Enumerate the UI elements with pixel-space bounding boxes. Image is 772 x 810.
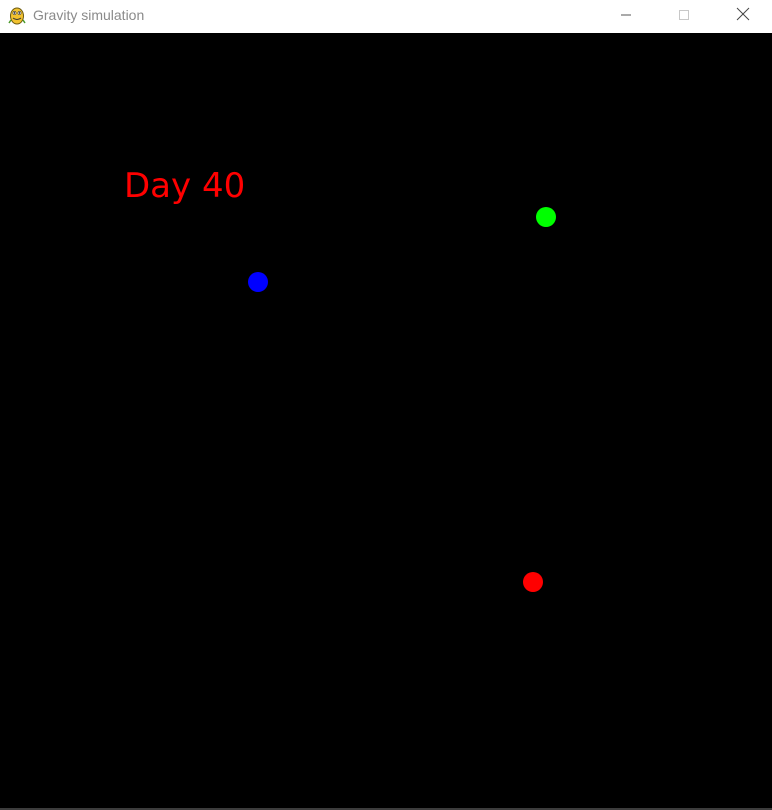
title-bar[interactable]: Gravity simulation <box>0 0 772 33</box>
maximize-button[interactable] <box>655 0 713 30</box>
window-title: Gravity simulation <box>33 7 145 23</box>
simulation-canvas[interactable]: Day 40 <box>0 33 772 808</box>
minimize-icon <box>620 6 632 25</box>
minimize-button[interactable] <box>597 0 655 30</box>
day-counter-label: Day 40 <box>124 166 246 206</box>
red-body <box>523 572 543 592</box>
close-icon <box>736 6 750 25</box>
green-body <box>536 207 556 227</box>
maximize-icon <box>678 6 690 25</box>
app-window: Gravity simulation Day 40 <box>0 0 772 810</box>
blue-body <box>248 272 268 292</box>
pygame-snake-icon <box>8 5 26 25</box>
close-button[interactable] <box>714 0 772 30</box>
